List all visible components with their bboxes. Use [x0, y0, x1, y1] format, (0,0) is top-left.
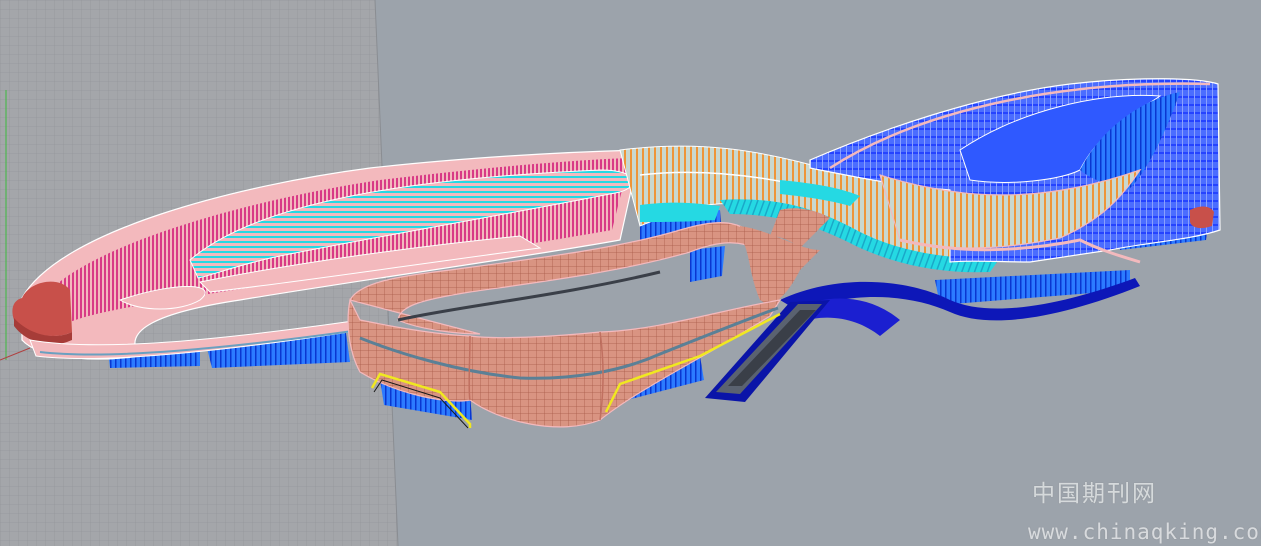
perspective-scene[interactable] — [0, 0, 1261, 546]
watermark-url: www.chinaqking.com — [1028, 520, 1261, 544]
3d-viewport[interactable]: 中国期刊网 www.chinaqking.com — [0, 0, 1261, 546]
watermark-site-name: 中国期刊网 — [1032, 481, 1157, 507]
